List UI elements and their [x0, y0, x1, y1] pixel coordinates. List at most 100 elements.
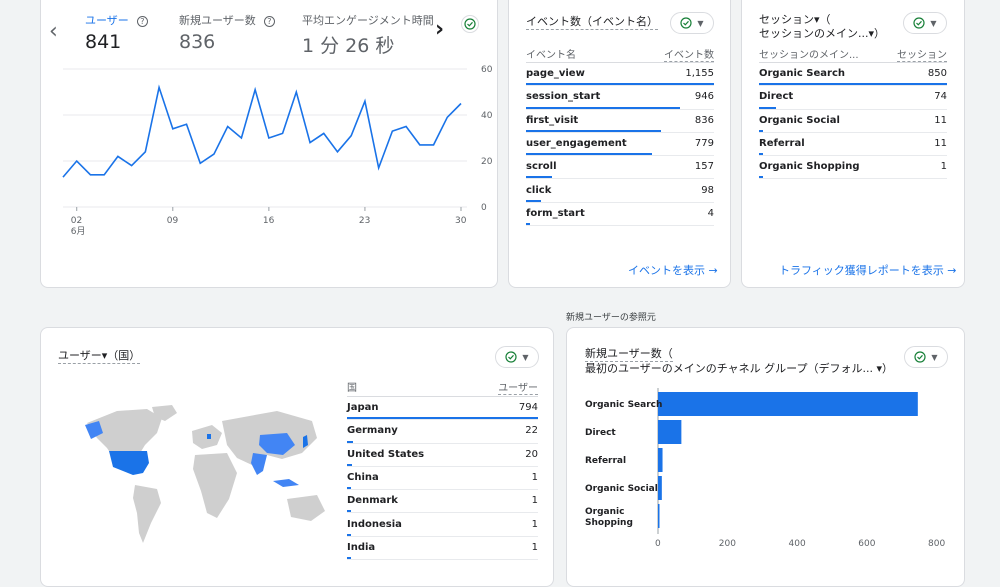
country-row-bar [347, 417, 538, 420]
sessions-row[interactable]: Organic Search 850 [759, 63, 947, 87]
country-row-value: 20 [525, 448, 538, 460]
events-row-value: 157 [694, 161, 714, 173]
events-row[interactable]: form_start 4 [526, 203, 714, 227]
y-tick-label: 40 [481, 111, 493, 121]
sessions-card: セッション▾（ セッションのメイン...▾） ▼ セッションのメイン... セッ… [741, 0, 965, 288]
metric-new-users[interactable]: 新規ユーザー数 ? 836 [179, 9, 275, 53]
metric-users[interactable]: ユーザー ? 841 [85, 9, 148, 53]
check-circle-icon [914, 351, 927, 363]
view-traffic-report-link[interactable]: トラフィック獲得レポートを表示 → [779, 262, 957, 278]
world-map[interactable] [77, 403, 337, 563]
map-indonesia[interactable] [273, 479, 299, 487]
sessions-row[interactable]: Organic Social 11 [759, 110, 947, 133]
insights-check-icon[interactable] [461, 15, 479, 33]
x-month-label: 6月 [71, 226, 86, 237]
bar-x-tick-label: 600 [858, 539, 875, 549]
bar[interactable] [658, 420, 682, 444]
new-users-title-line1: 新規ユーザー数（ [585, 347, 673, 362]
new-users-check-chip[interactable]: ▼ [904, 346, 948, 368]
events-row[interactable]: page_view 1,155 [526, 63, 714, 87]
sessions-title: セッション▾（ セッションのメイン...▾） [759, 13, 885, 41]
metric-users-value: 841 [85, 31, 122, 53]
country-row[interactable]: Japan 794 [347, 397, 538, 421]
events-row[interactable]: click 98 [526, 180, 714, 203]
sessions-row-bar [759, 153, 763, 156]
new-users-title[interactable]: 新規ユーザー数（ 最初のユーザーのメインのチャネル グループ（デフォル... ▾… [585, 347, 893, 376]
events-row-value: 779 [694, 137, 714, 149]
events-card: イベント数（イベント名） ▼ イベント名 イベント数 page_view 1,15… [508, 0, 731, 288]
bar-x-tick-label: 800 [928, 539, 945, 549]
sessions-row-bar [759, 83, 947, 86]
sessions-row-label: Organic Shopping [759, 161, 860, 173]
help-icon[interactable]: ? [136, 16, 148, 27]
events-rows: page_view 1,155 session_start 946 first_visi… [526, 63, 714, 228]
events-row[interactable]: scroll 157 [526, 156, 714, 180]
metric-users-label: ユーザー [85, 14, 129, 27]
sessions-table: セッションのメイン... セッション Organic Search 850 Dire… [759, 43, 947, 183]
events-row-label: user_engagement [526, 137, 627, 149]
country-row-value: 1 [531, 518, 538, 530]
sessions-row[interactable]: Direct 74 [759, 86, 947, 110]
sessions-row[interactable]: Referral 11 [759, 133, 947, 157]
sessions-row-label: Referral [759, 137, 805, 149]
events-row-label: form_start [526, 207, 585, 219]
sessions-row-value: 11 [934, 137, 947, 149]
country-row[interactable]: China 1 [347, 467, 538, 491]
events-row-bar [526, 223, 530, 226]
events-row[interactable]: first_visit 836 [526, 110, 714, 133]
metric-engagement-value: 1 分 26 秒 [302, 35, 395, 57]
country-row[interactable]: Germany 22 [347, 420, 538, 444]
sessions-check-chip[interactable]: ▼ [903, 12, 947, 34]
metric-engagement[interactable]: 平均エンゲージメント時間 1 分 26 秒 [302, 9, 434, 58]
country-row[interactable]: United States 20 [347, 444, 538, 467]
bar[interactable] [658, 476, 662, 500]
country-title[interactable]: ユーザー▾（国） [58, 347, 141, 364]
view-events-link[interactable]: イベントを表示 → [628, 262, 718, 278]
sessions-row[interactable]: Organic Shopping 1 [759, 156, 947, 180]
country-row-label: Denmark [347, 495, 398, 507]
chevron-down-icon: ▼ [522, 352, 529, 362]
next-arrow-button[interactable]: › [435, 17, 444, 42]
bar-x-tick-label: 400 [789, 539, 806, 549]
country-row[interactable]: Denmark 1 [347, 490, 538, 514]
events-row-value: 946 [694, 91, 714, 103]
events-row[interactable]: session_start 946 [526, 86, 714, 110]
sessions-title-line2: セッションのメイン...▾） [759, 27, 886, 40]
country-card: ユーザー▾（国） ▼ 国 ユーザー Japan 794 Germany 22 Unite… [40, 327, 554, 587]
bar[interactable] [658, 504, 660, 528]
sessions-row-label: Organic Search [759, 68, 846, 79]
events-row-label: click [526, 184, 552, 196]
events-row[interactable]: user_engagement 779 [526, 133, 714, 157]
sessions-rows: Organic Search 850 Direct 74 Organic Social 1… [759, 63, 947, 183]
country-row-value: 1 [531, 471, 538, 483]
country-check-chip[interactable]: ▼ [495, 346, 539, 368]
events-row-value: 98 [701, 184, 714, 196]
country-header: 国 ユーザー [347, 376, 538, 397]
sessions-header: セッションのメイン... セッション [759, 43, 947, 63]
events-check-chip[interactable]: ▼ [670, 12, 714, 34]
country-row-bar [347, 533, 351, 536]
country-row-bar [347, 510, 351, 513]
bar[interactable] [658, 392, 918, 416]
events-row-bar [526, 106, 681, 109]
y-tick-label: 0 [481, 203, 487, 213]
country-row[interactable]: India 1 [347, 537, 538, 561]
bar-category-label: Organic Social [585, 484, 658, 494]
prev-arrow-button[interactable]: ‹ [49, 19, 58, 44]
map-germany[interactable] [207, 434, 211, 439]
x-tick-label: 30 [455, 216, 467, 226]
country-row-value: 794 [518, 402, 538, 413]
country-row-value: 22 [525, 425, 538, 437]
events-row-bar [526, 199, 542, 202]
country-row-label: India [347, 541, 376, 553]
help-icon[interactable]: ? [263, 16, 275, 27]
users-series-line [62, 84, 462, 178]
new-users-title-line2: 最初のユーザーのメインのチャネル グループ（デフォル... ▾） [585, 362, 894, 375]
map-united-states[interactable] [109, 451, 149, 475]
map-australia [287, 495, 325, 521]
country-row[interactable]: Indonesia 1 [347, 514, 538, 537]
country-row-bar [347, 557, 351, 560]
country-col-value: ユーザー [498, 379, 538, 395]
map-india[interactable] [251, 453, 267, 475]
bar[interactable] [658, 448, 663, 472]
